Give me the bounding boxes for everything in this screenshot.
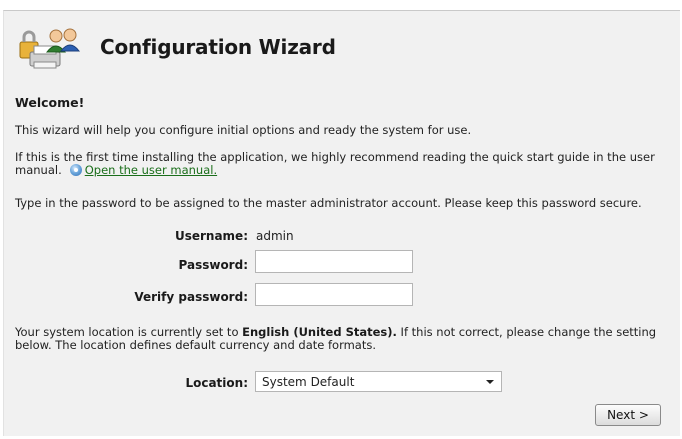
password-label: Password: <box>178 258 249 272</box>
verify-password-field[interactable] <box>255 283 413 306</box>
manual-paragraph: If this is the first time installing the… <box>15 151 671 177</box>
lock-users-printer-icon <box>19 28 81 69</box>
help-icon <box>69 164 82 176</box>
location-note-prefix: Your system location is currently set to <box>15 325 243 339</box>
current-location: English (United States). <box>242 325 397 339</box>
password-field[interactable] <box>255 250 413 273</box>
verify-password-label: Verify password: <box>134 290 248 304</box>
intro-text: This wizard will help you configure init… <box>15 123 472 137</box>
chevron-down-icon <box>486 380 494 384</box>
location-selected-value: System Default <box>262 375 355 389</box>
password-note: Type in the password to be assigned to t… <box>15 196 642 210</box>
open-manual-link[interactable]: Open the user manual. <box>85 163 217 177</box>
username-label: Username: <box>174 229 248 243</box>
location-select[interactable]: System Default <box>255 371 502 392</box>
page-title: Configuration Wizard <box>100 35 336 59</box>
location-label: Location: <box>185 376 248 390</box>
username-value: admin <box>256 229 294 243</box>
welcome-heading: Welcome! <box>15 95 85 110</box>
next-button[interactable]: Next > <box>595 404 661 426</box>
location-note: Your system location is currently set to… <box>15 326 671 352</box>
